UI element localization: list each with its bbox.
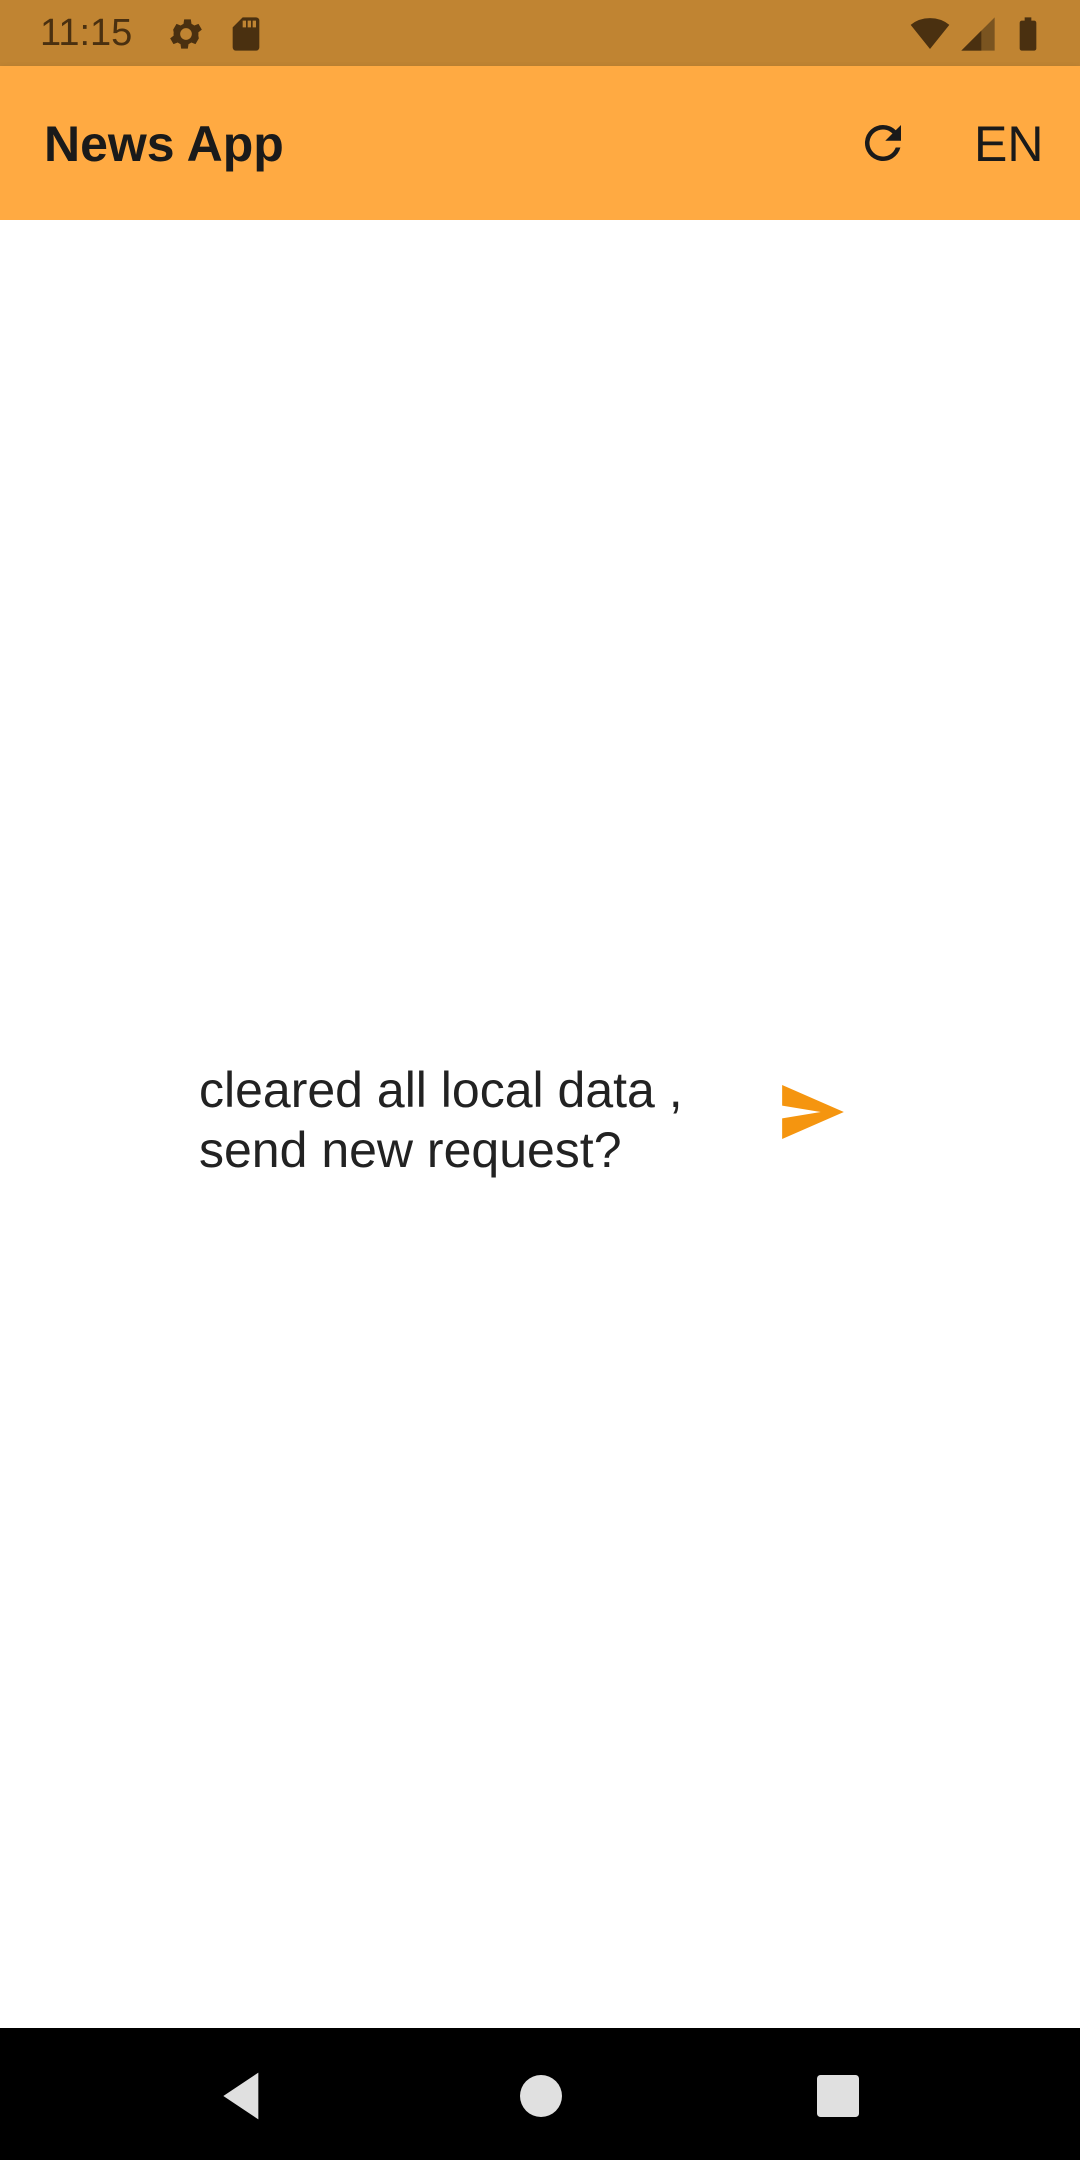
app-title: News App [44, 116, 284, 172]
empty-state-message: cleared all local data , send new reques… [199, 1060, 759, 1180]
back-button[interactable] [214, 2068, 270, 2124]
recents-icon [817, 2075, 859, 2117]
battery-icon [1008, 14, 1048, 54]
signal-icon [958, 14, 998, 54]
message-line-2: send new request? [199, 1122, 622, 1178]
main-content: cleared all local data , send new reques… [0, 220, 1080, 2028]
refresh-button[interactable] [852, 112, 914, 174]
send-icon [782, 1085, 844, 1139]
home-button[interactable] [513, 2068, 569, 2124]
message-line-1: cleared all local data , [199, 1062, 683, 1118]
send-request-button[interactable] [781, 1080, 845, 1144]
wifi-icon [910, 14, 950, 54]
refresh-icon [864, 124, 901, 161]
recents-button[interactable] [810, 2068, 866, 2124]
status-bar: 11:15 [0, 0, 1080, 66]
home-icon [520, 2075, 562, 2117]
language-button[interactable]: EN [974, 114, 1043, 174]
status-time: 11:15 [40, 12, 133, 54]
sd-card-icon [226, 14, 266, 54]
gear-icon [166, 14, 206, 54]
back-icon [223, 2072, 259, 2120]
system-nav-bar [0, 2028, 1080, 2160]
empty-state: cleared all local data , send new reques… [199, 1060, 859, 1200]
app-bar: News App EN [0, 66, 1080, 220]
